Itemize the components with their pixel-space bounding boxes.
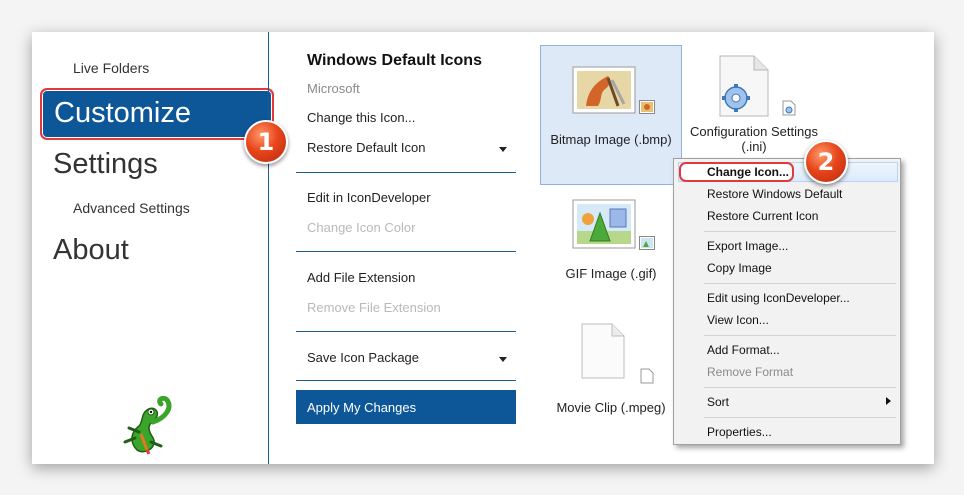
menu-separator	[704, 417, 896, 418]
menu-item-add-format[interactable]: Add Format...	[707, 343, 780, 357]
menu-item-restore-windows-default[interactable]: Restore Windows Default	[707, 187, 842, 201]
gif-format-badge-icon	[639, 236, 655, 250]
nav-customize[interactable]: Customize	[40, 88, 274, 140]
nav-customize-label: Customize	[54, 97, 191, 129]
callout-badge-2: 2	[804, 140, 848, 184]
gif-image-icon	[572, 199, 636, 249]
gecko-logo	[123, 395, 172, 455]
menu-item-change-icon[interactable]: Change Icon...	[707, 165, 789, 179]
mpeg-format-badge-icon	[640, 368, 654, 384]
menu-item-edit-using-icondeveloper[interactable]: Edit using IconDeveloper...	[707, 291, 850, 305]
package-title: Windows Default Icons	[307, 52, 482, 69]
edit-in-icondeveloper-link[interactable]: Edit in IconDeveloper	[307, 190, 431, 205]
bitmap-format-badge-icon	[639, 100, 655, 114]
save-dropdown-chevron-icon[interactable]	[499, 357, 507, 362]
restore-default-icon-link[interactable]: Restore Default Icon	[307, 140, 426, 155]
apply-my-changes-button[interactable]: Apply My Changes	[296, 390, 516, 424]
separator	[296, 172, 516, 173]
bitmap-image-icon	[572, 66, 636, 114]
menu-item-restore-current-icon[interactable]: Restore Current Icon	[707, 209, 818, 223]
restore-dropdown-chevron-icon[interactable]	[499, 147, 507, 152]
add-file-extension-link[interactable]: Add File Extension	[307, 270, 415, 285]
nav-settings[interactable]: Settings	[53, 148, 158, 181]
menu-item-remove-format: Remove Format	[707, 365, 794, 379]
menu-separator	[704, 335, 896, 336]
menu-item-export-image[interactable]: Export Image...	[707, 239, 788, 253]
menu-separator	[704, 387, 896, 388]
nav-live-folders[interactable]: Live Folders	[73, 60, 149, 76]
nav-about[interactable]: About	[53, 234, 129, 267]
change-icon-color-link: Change Icon Color	[307, 220, 416, 235]
nav-advanced-settings[interactable]: Advanced Settings	[73, 200, 190, 216]
nav-divider	[268, 32, 269, 464]
menu-item-copy-image[interactable]: Copy Image	[707, 261, 772, 275]
separator	[296, 251, 516, 252]
change-this-icon-link[interactable]: Change this Icon...	[307, 110, 415, 125]
ini-format-badge-icon	[782, 100, 796, 116]
tile-bitmap-label: Bitmap Image (.bmp)	[550, 132, 672, 147]
menu-separator	[704, 231, 896, 232]
separator	[296, 380, 516, 381]
callout-badge-1: 1	[244, 120, 288, 164]
app-window: Live Folders Customize Settings Advanced…	[32, 32, 934, 464]
menu-separator	[704, 283, 896, 284]
menu-item-properties[interactable]: Properties...	[707, 425, 772, 439]
movie-clip-icon	[581, 323, 625, 379]
save-icon-package-link[interactable]: Save Icon Package	[307, 350, 419, 365]
configuration-settings-icon	[719, 55, 769, 117]
context-menu: Change Icon... Restore Windows Default R…	[673, 158, 901, 445]
menu-item-view-icon[interactable]: View Icon...	[707, 313, 769, 327]
menu-item-sort[interactable]: Sort	[707, 395, 729, 409]
submenu-arrow-icon	[886, 397, 891, 405]
package-author: Microsoft	[307, 81, 360, 96]
tile-gif-label: GIF Image (.gif)	[565, 266, 657, 281]
separator	[296, 331, 516, 332]
remove-file-extension-link: Remove File Extension	[307, 300, 441, 315]
tile-configuration-label: Configuration Settings (.ini)	[690, 124, 818, 154]
tile-movie-clip-label: Movie Clip (.mpeg)	[556, 400, 666, 415]
